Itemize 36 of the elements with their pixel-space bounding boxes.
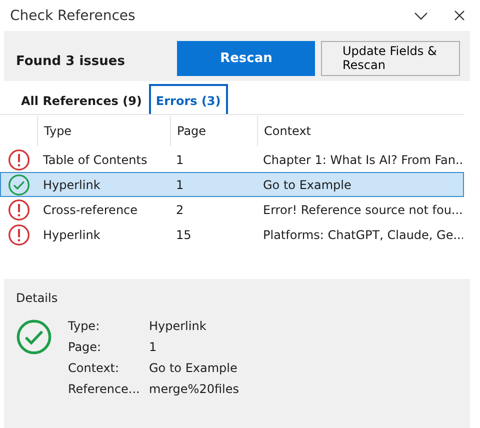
field-value: Go to Example <box>149 361 238 375</box>
field-label: Context: <box>68 361 120 375</box>
table-cell-text: 1 <box>175 152 185 168</box>
field-value: 1 <box>149 340 158 354</box>
close-icon <box>454 10 464 21</box>
table-row[interactable]: Hyperlink 1 Go to Example <box>0 172 464 197</box>
field-label: Page: <box>68 340 102 354</box>
chevron-down-icon <box>414 12 428 20</box>
table-cell-text: 2 <box>175 202 185 218</box>
column-header[interactable]: Context <box>257 116 463 146</box>
column-header[interactable]: Page <box>170 116 257 146</box>
table-cell-text: Go to Example <box>262 176 352 194</box>
table-cell-text: Cross-reference <box>42 202 139 218</box>
rescan-button[interactable]: Rescan <box>177 40 316 76</box>
table-cell-text: Chapter 1: What Is AI? From Fan... <box>262 152 463 168</box>
table-cell-text: Hyperlink <box>42 226 102 244</box>
table-cell-text: Platforms: ChatGPT, Claude, Ge... <box>262 226 463 244</box>
table-cell-text: 15 <box>175 226 192 244</box>
tab[interactable]: Errors (3) <box>148 84 228 114</box>
details-heading: Details <box>16 291 59 305</box>
field-label: Reference... <box>68 382 141 396</box>
tab[interactable]: All References (9) <box>14 84 149 114</box>
table-cell-text: Error! Reference source not fou... <box>262 202 463 218</box>
table-cell-text: Table of Contents <box>42 152 148 168</box>
table-row[interactable]: Table of Contents 1 Chapter 1: What Is AI? From Fan... <box>0 147 464 172</box>
update-button[interactable]: Update Fields & Rescan <box>321 40 460 76</box>
table-row[interactable]: Cross-reference 2 Error! Reference source not fou... <box>0 197 464 222</box>
field-value: merge%20files <box>149 382 239 396</box>
table-cell-text: Hyperlink <box>42 176 102 194</box>
field-value: Hyperlink <box>149 319 208 333</box>
field-label: Type: <box>68 319 101 333</box>
table-cell-text: 1 <box>175 176 185 194</box>
summary-text: Found 3 issues <box>16 52 126 68</box>
window-title: Check References <box>10 8 136 24</box>
table-row[interactable]: Hyperlink 15 Platforms: ChatGPT, Claude, Ge... <box>0 222 464 247</box>
column-header[interactable]: Type <box>37 116 170 146</box>
